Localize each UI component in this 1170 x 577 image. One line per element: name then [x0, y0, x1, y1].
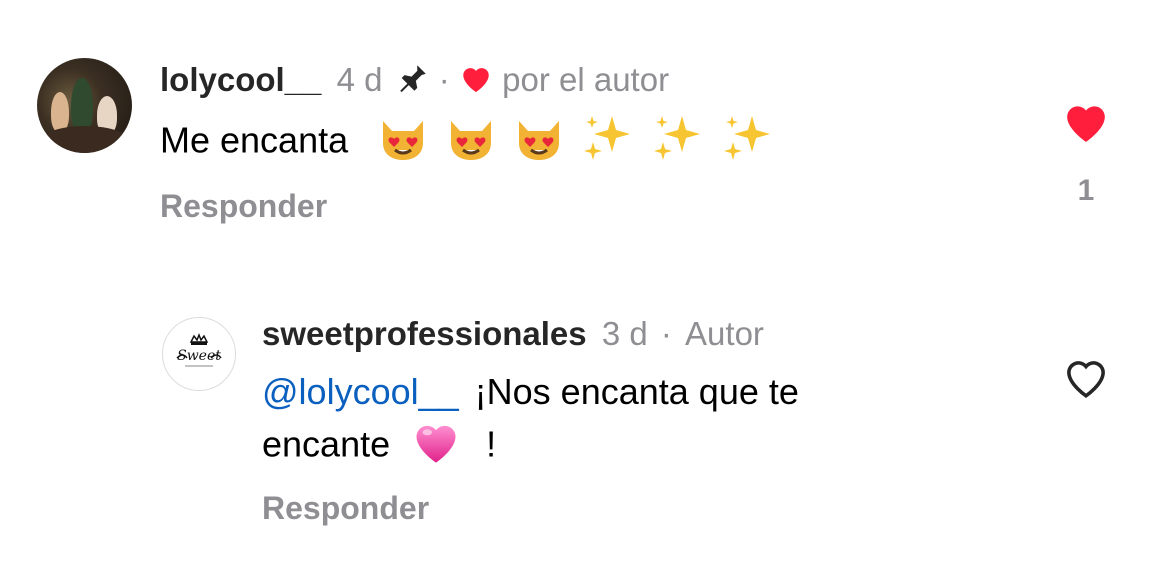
like-button[interactable]: [1060, 354, 1112, 405]
sparkles-icon: [652, 112, 704, 174]
sweet-logo-icon: Sweet: [176, 332, 222, 367]
reply-text: @lolycool__ ¡Nos encanta que te: [262, 368, 799, 416]
separator: ·: [438, 61, 450, 98]
reply-sweetprofessionales: Sweet sweetprofessionales 3 d · Autor @l…: [0, 290, 1170, 570]
comment-lolycool: lolycool__ 4 d · por el autor Me encanta: [0, 0, 1170, 260]
comment-time: 4 d: [336, 61, 383, 98]
username[interactable]: sweetprofessionales: [262, 315, 587, 352]
username[interactable]: lolycool__: [160, 61, 321, 98]
heart-outline-icon: [1067, 361, 1105, 398]
separator: ·: [660, 315, 672, 352]
pink-heart-icon: [410, 417, 462, 477]
liked-by-author-label: por el autor: [502, 61, 670, 98]
reply-text-line1: ¡Nos encanta que te: [474, 371, 799, 412]
comment-text: Me encanta: [160, 112, 782, 174]
author-label: Autor: [685, 315, 764, 352]
reply-text-second-line: encante !: [262, 417, 496, 477]
heart-eyes-cat-icon: [514, 113, 564, 173]
mention-link[interactable]: @lolycool__: [262, 371, 459, 412]
reply-text-end: !: [486, 423, 497, 465]
user-avatar[interactable]: [37, 58, 132, 153]
comment-time: 3 d: [601, 315, 648, 352]
reply-meta: sweetprofessionales 3 d · Autor: [262, 314, 764, 354]
heart-filled-icon: [1067, 106, 1105, 142]
comment-meta: lolycool__ 4 d · por el autor: [160, 60, 669, 104]
pin-icon: [396, 61, 430, 104]
sparkles-icon: [722, 112, 774, 174]
brand-logo-avatar[interactable]: Sweet: [162, 317, 236, 391]
heart-eyes-cat-icon: [446, 113, 496, 173]
heart-eyes-cat-icon: [378, 113, 428, 173]
like-button[interactable]: [1060, 98, 1112, 149]
reply-button[interactable]: Responder: [262, 490, 429, 527]
comment-text-content: Me encanta: [160, 119, 349, 161]
sparkles-icon: [582, 112, 634, 174]
reply-button[interactable]: Responder: [160, 188, 327, 225]
author-liked-heart-icon: [459, 62, 493, 103]
like-count: 1: [1077, 174, 1095, 207]
reply-text-line2: encante: [262, 423, 391, 465]
